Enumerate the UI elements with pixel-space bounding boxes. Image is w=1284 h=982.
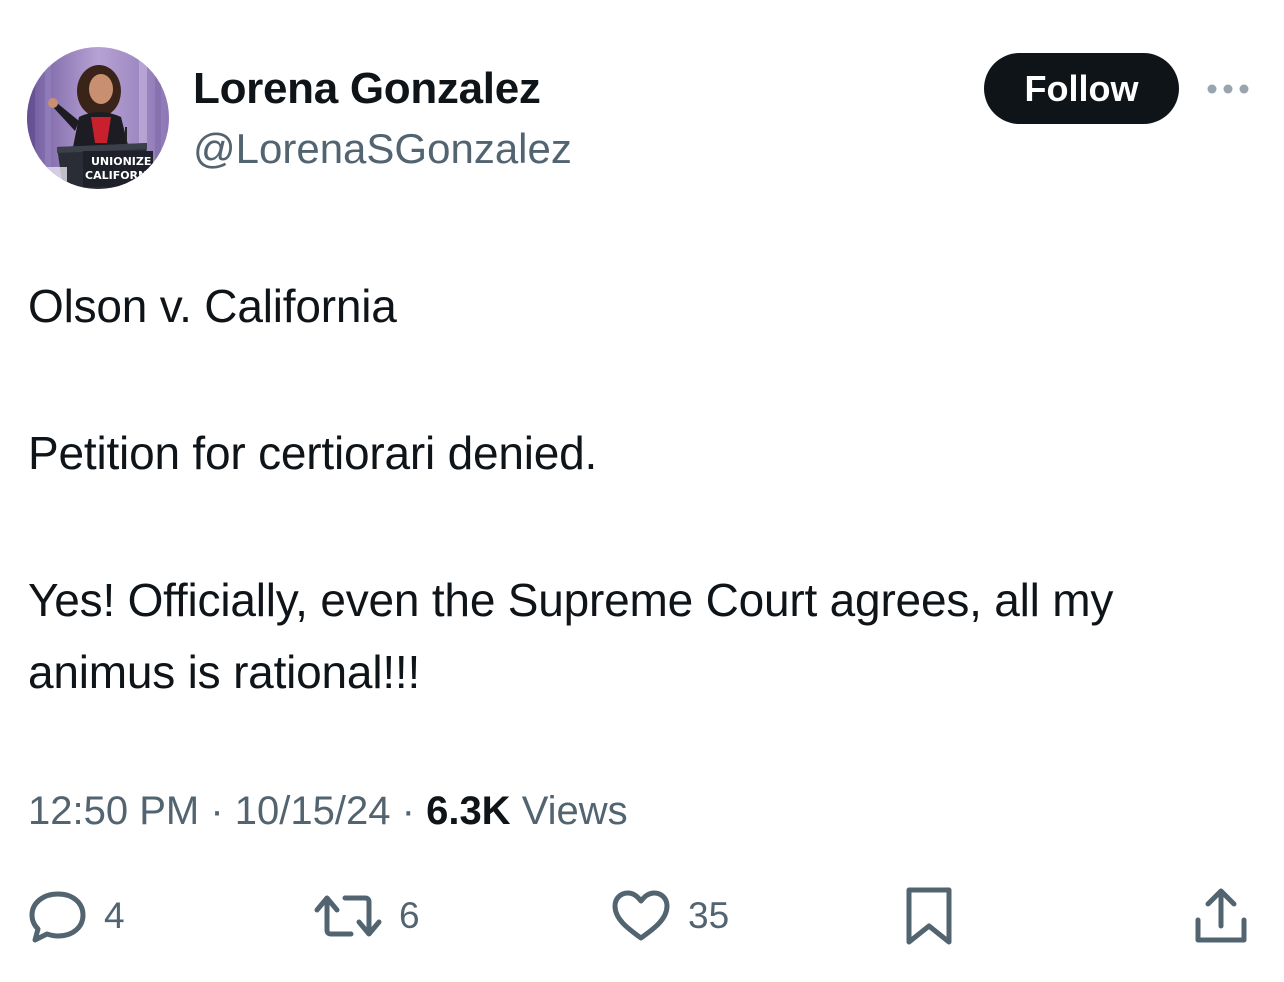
- author-handle[interactable]: @LorenaSGonzalez: [193, 124, 572, 174]
- tweet-meta: 12:50 PM · 10/15/24 · 6.3K Views: [28, 784, 628, 838]
- meta-separator: ·: [210, 789, 224, 833]
- bookmark-button[interactable]: [903, 884, 955, 948]
- more-dots-icon: [1207, 84, 1249, 94]
- tweet-line-2: Petition for certiorari denied.: [28, 427, 598, 479]
- views-count[interactable]: 6.3K: [426, 789, 511, 833]
- repost-icon: [314, 895, 382, 937]
- tweet-line-3: Yes! Officially, even the Supreme Court …: [28, 574, 1114, 698]
- reply-icon: [29, 891, 86, 943]
- tweet-time[interactable]: 12:50 PM: [28, 789, 199, 833]
- reply-button[interactable]: 4: [28, 884, 125, 948]
- avatar-sign-line1: UNIONIZE: [91, 155, 151, 168]
- views-label: Views: [521, 789, 628, 833]
- heart-icon: [612, 890, 670, 941]
- share-button[interactable]: [1193, 884, 1249, 948]
- tweet-date[interactable]: 10/15/24: [235, 789, 391, 833]
- share-icon: [1195, 888, 1247, 943]
- avatar-photo: UNIONIZE CALIFORNIA: [27, 47, 169, 189]
- tweet-text: Olson v. California Petition for certior…: [28, 270, 1258, 708]
- tweet-line-1: Olson v. California: [28, 280, 397, 332]
- avatar-sign-line2: CALIFORNIA: [85, 169, 160, 182]
- like-button[interactable]: 35: [610, 884, 729, 948]
- bookmark-icon: [906, 887, 952, 945]
- meta-separator: ·: [401, 789, 415, 833]
- repost-count: 6: [399, 895, 420, 936]
- reply-count: 4: [104, 895, 125, 936]
- avatar[interactable]: UNIONIZE CALIFORNIA: [27, 47, 169, 189]
- author-name[interactable]: Lorena Gonzalez: [193, 63, 541, 115]
- tweet-card: UNIONIZE CALIFORNIA Lorena Gonzalez @Lor…: [0, 0, 1284, 982]
- follow-button[interactable]: Follow: [984, 53, 1179, 124]
- more-options-button[interactable]: [1203, 74, 1253, 104]
- like-count: 35: [688, 895, 730, 936]
- repost-button[interactable]: 6: [313, 884, 420, 948]
